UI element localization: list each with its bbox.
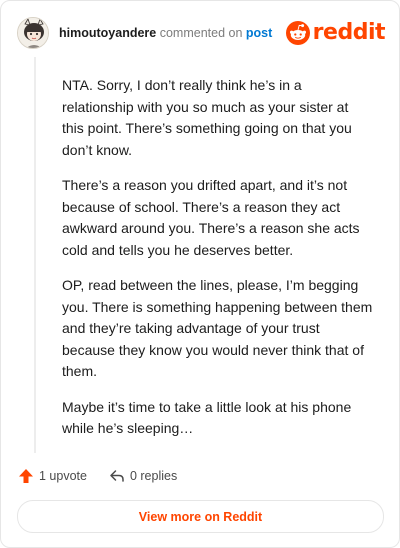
embedded-comment-card: himoutoyandere commented on post reddit …	[0, 0, 400, 548]
avatar-illustration-icon	[18, 18, 48, 48]
reddit-logo[interactable]: reddit	[285, 19, 386, 47]
author-name[interactable]: himoutoyandere	[59, 26, 156, 40]
reply-arrow-icon	[110, 470, 124, 482]
upvote-arrow-icon	[19, 469, 33, 483]
thread-line	[34, 57, 36, 453]
comment-paragraph: There’s a reason you drifted apart, and …	[62, 177, 360, 258]
comment-paragraph: Maybe it’s time to take a little look at…	[62, 398, 352, 437]
comment-body: NTA. Sorry, I don’t really think he’s in…	[62, 75, 374, 454]
action-text: commented on	[159, 26, 243, 40]
reply-count: 0 replies	[129, 469, 178, 483]
upvote-button[interactable]: 1 upvote	[18, 468, 87, 484]
comment-footer: 1 upvote 0 replies	[18, 465, 199, 487]
comment-paragraph: NTA. Sorry, I don’t really think he’s in…	[62, 77, 352, 158]
replies-button[interactable]: 0 replies	[109, 468, 177, 484]
comment-header: himoutoyandere commented on post reddit	[17, 15, 386, 51]
comment-paragraph: OP, read between the lines, please, I’m …	[62, 277, 373, 379]
view-more-button[interactable]: View more on Reddit	[17, 500, 384, 533]
upvote-count: 1 upvote	[39, 469, 87, 483]
comment-meta: himoutoyandere commented on post	[59, 25, 272, 41]
brand-wordmark: reddit	[312, 20, 386, 45]
snoo-icon	[285, 21, 310, 45]
post-link[interactable]: post	[246, 26, 272, 40]
user-avatar[interactable]	[17, 17, 49, 49]
